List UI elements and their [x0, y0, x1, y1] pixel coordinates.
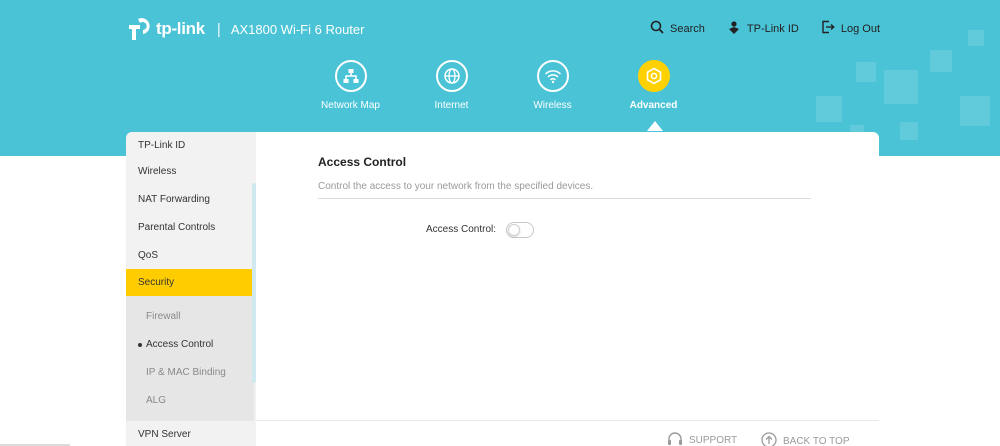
- decorative-square: [816, 96, 842, 122]
- gear-icon: [637, 60, 670, 92]
- content-panel: Access Control Control the access to you…: [256, 132, 879, 420]
- sidebar-item-vpn-server[interactable]: VPN Server: [126, 421, 254, 446]
- sidebar-item-wireless[interactable]: Wireless: [126, 158, 254, 186]
- submenu-item-ip-mac-binding[interactable]: IP & MAC Binding: [126, 359, 254, 387]
- access-control-label: Access Control:: [426, 224, 497, 235]
- section-title: Access Control: [318, 155, 407, 169]
- sidebar: TP-Link ID Wireless NAT Forwarding Paren…: [126, 132, 256, 446]
- search-icon: [650, 20, 664, 37]
- security-submenu: Firewall Access Control IP & MAC Binding…: [126, 296, 254, 421]
- main-navigation: Network Map Internet Wireless Advanced: [300, 60, 705, 111]
- tab-label: Network Map: [321, 100, 380, 111]
- router-model: AX1800 Wi-Fi 6 Router: [230, 21, 365, 37]
- logout-label: Log Out: [840, 22, 880, 35]
- top-navigation: Search TP-Link ID Log Out: [650, 20, 880, 37]
- active-tab-caret: [647, 121, 663, 131]
- access-control-toggle[interactable]: [506, 222, 534, 238]
- submenu-item-access-control[interactable]: Access Control: [126, 331, 254, 359]
- tplink-id-icon: [727, 20, 741, 37]
- brand-name: tp-link: [156, 19, 205, 38]
- sidebar-item-security[interactable]: Security: [126, 269, 254, 297]
- sidebar-item-tplink-id[interactable]: TP-Link ID: [126, 132, 254, 160]
- decorative-square: [930, 50, 952, 72]
- sidebar-item-parental-controls[interactable]: Parental Controls: [126, 214, 254, 242]
- submenu-label: Access Control: [146, 339, 214, 350]
- toggle-knob: [508, 224, 520, 236]
- sidebar-item-nat-forwarding[interactable]: NAT Forwarding: [126, 186, 254, 214]
- tab-label: Wireless: [533, 100, 572, 111]
- tab-wireless[interactable]: Wireless: [502, 60, 603, 111]
- tab-internet[interactable]: Internet: [401, 60, 502, 111]
- active-bullet-icon: [138, 343, 142, 347]
- submenu-item-alg[interactable]: ALG: [126, 387, 254, 415]
- footer: SUPPORT BACK TO TOP: [256, 420, 879, 446]
- search-link[interactable]: Search: [650, 20, 705, 37]
- header-separator: |: [216, 20, 221, 38]
- back-to-top-label: BACK TO TOP: [783, 436, 850, 446]
- submenu-item-firewall[interactable]: Firewall: [126, 303, 254, 331]
- tab-network-map[interactable]: Network Map: [300, 60, 401, 111]
- brand-logo[interactable]: tp-link | AX1800 Wi-Fi 6 Router: [126, 16, 364, 42]
- support-label: SUPPORT: [689, 435, 738, 446]
- logout-icon: [821, 20, 835, 37]
- headset-icon: [667, 432, 683, 446]
- tp-link-logo-icon: [126, 16, 152, 42]
- tab-label: Internet: [434, 100, 469, 111]
- support-link[interactable]: SUPPORT: [667, 432, 737, 446]
- decorative-square: [960, 96, 990, 126]
- sidebar-item-qos[interactable]: QoS: [126, 242, 254, 270]
- decorative-square: [856, 62, 876, 82]
- tplink-id-label: TP-Link ID: [746, 22, 799, 35]
- wifi-icon: [536, 60, 569, 92]
- arrow-up-circle-icon: [761, 432, 777, 446]
- decorative-square: [968, 30, 984, 46]
- logout-link[interactable]: Log Out: [821, 20, 880, 37]
- decorative-square: [884, 70, 918, 104]
- search-label: Search: [670, 22, 705, 35]
- tab-advanced[interactable]: Advanced: [603, 60, 704, 111]
- section-divider: [318, 198, 811, 199]
- network-map-icon: [334, 60, 367, 92]
- back-to-top-link[interactable]: BACK TO TOP: [761, 432, 850, 446]
- tplink-id-link[interactable]: TP-Link ID: [727, 20, 799, 37]
- section-description: Control the access to your network from …: [318, 181, 594, 192]
- tab-label: Advanced: [629, 100, 678, 111]
- decorative-square: [900, 122, 918, 140]
- globe-icon: [435, 60, 468, 92]
